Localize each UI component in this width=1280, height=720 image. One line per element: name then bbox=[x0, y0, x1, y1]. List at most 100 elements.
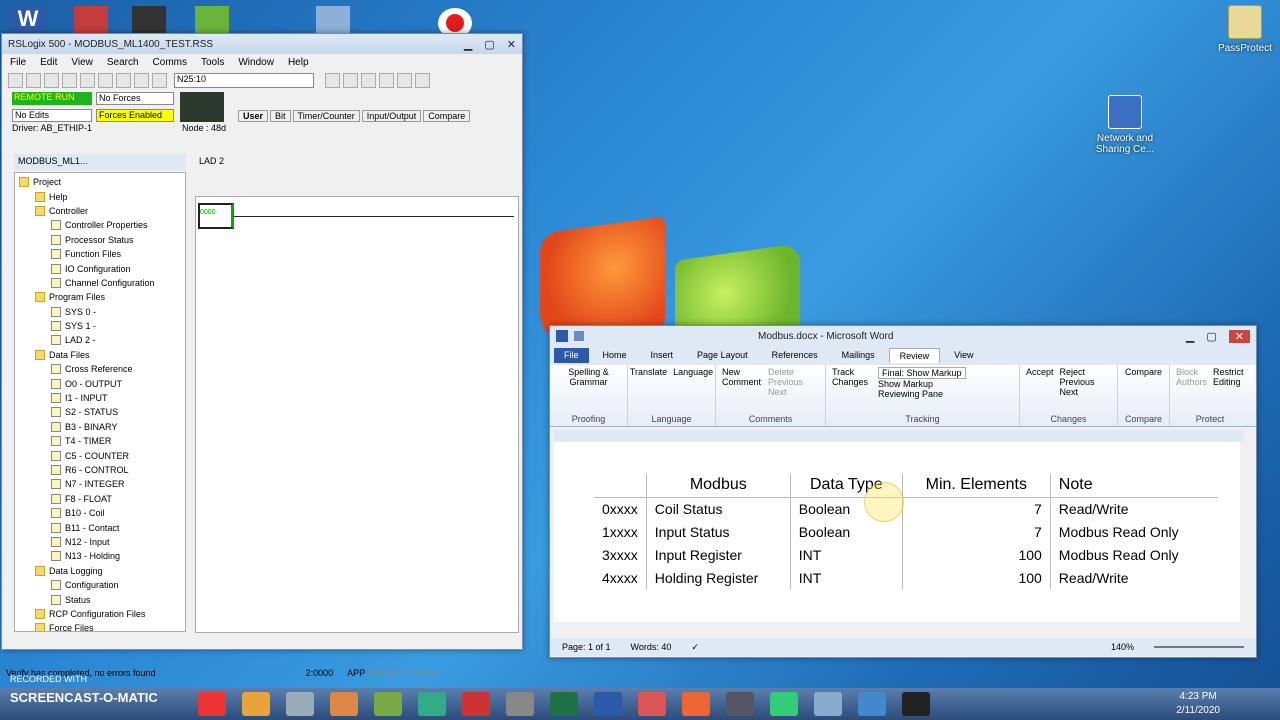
app-icon[interactable] bbox=[462, 692, 490, 716]
app-icon[interactable] bbox=[814, 692, 842, 716]
table-cell[interactable]: Input Status bbox=[646, 520, 791, 543]
new-comment-button[interactable]: New Comment bbox=[722, 367, 762, 397]
mode-status[interactable]: REMOTE RUN bbox=[12, 92, 92, 105]
app-icon[interactable] bbox=[286, 692, 314, 716]
table-cell[interactable]: 7 bbox=[902, 497, 1051, 520]
tab-references[interactable]: References bbox=[762, 348, 828, 363]
tab-mailings[interactable]: Mailings bbox=[832, 348, 885, 363]
tree-item[interactable]: Force Files bbox=[19, 621, 181, 631]
project-window-titlebar[interactable]: MODBUS_ML1... bbox=[14, 154, 186, 170]
block-authors-button[interactable]: Block Authors bbox=[1176, 367, 1207, 387]
verify-icon[interactable] bbox=[379, 73, 394, 88]
tab-review[interactable]: Review bbox=[888, 348, 941, 363]
forces-status[interactable]: No Forces bbox=[96, 92, 174, 105]
proofing-icon[interactable]: ✓ bbox=[691, 642, 699, 653]
system-clock[interactable]: 4:23 PM 2/11/2020 bbox=[1176, 690, 1220, 718]
app-icon[interactable] bbox=[682, 692, 710, 716]
menu-tools[interactable]: Tools bbox=[201, 57, 224, 68]
menu-comms[interactable]: Comms bbox=[153, 57, 187, 68]
translate-button[interactable]: Translate bbox=[630, 367, 667, 377]
tree-item[interactable]: O0 - OUTPUT bbox=[19, 376, 181, 390]
app-icon[interactable] bbox=[638, 692, 666, 716]
app-icon[interactable] bbox=[858, 692, 886, 716]
app-icon[interactable] bbox=[726, 692, 754, 716]
close-icon[interactable]: ✕ bbox=[1228, 329, 1250, 343]
app-icon[interactable] bbox=[132, 6, 166, 36]
open-icon[interactable] bbox=[26, 73, 41, 88]
next-comment-button[interactable]: Next bbox=[768, 387, 803, 397]
table-cell[interactable]: Boolean bbox=[790, 520, 903, 543]
tree-item[interactable]: SYS 1 - bbox=[19, 319, 181, 333]
word-count[interactable]: Words: 40 bbox=[631, 642, 672, 652]
quick-access-save-icon[interactable] bbox=[574, 331, 584, 341]
accept-button[interactable]: Accept bbox=[1026, 367, 1054, 397]
app-icon[interactable] bbox=[242, 692, 270, 716]
tab-bit[interactable]: Bit bbox=[270, 110, 291, 122]
tab-home[interactable]: Home bbox=[593, 348, 637, 363]
undo-icon[interactable] bbox=[134, 73, 149, 88]
print-icon[interactable] bbox=[62, 73, 77, 88]
paste-icon[interactable] bbox=[116, 73, 131, 88]
tree-item[interactable]: B10 - Coil bbox=[19, 506, 181, 520]
app-icon[interactable] bbox=[506, 692, 534, 716]
tree-item[interactable]: Function Files bbox=[19, 247, 181, 261]
tree-item[interactable]: Status bbox=[19, 592, 181, 606]
track-changes-button[interactable]: Track Changes bbox=[832, 367, 872, 399]
reviewing-pane-button[interactable]: Reviewing Pane bbox=[878, 389, 966, 399]
cut-icon[interactable] bbox=[80, 73, 95, 88]
maximize-icon[interactable]: ▢ bbox=[484, 38, 494, 51]
tree-item[interactable]: B11 - Contact bbox=[19, 520, 181, 534]
document-page[interactable]: Modbus Data Type Min. Elements Note 0xxx… bbox=[554, 442, 1240, 622]
zoom-level[interactable]: 140% bbox=[1111, 642, 1134, 652]
zoom-out-icon[interactable] bbox=[415, 73, 430, 88]
app-icon[interactable] bbox=[195, 6, 229, 36]
next-change-button[interactable]: Next bbox=[1060, 387, 1095, 397]
table-cell[interactable]: 0xxxx bbox=[594, 497, 647, 520]
rung-selector[interactable]: 0000 bbox=[198, 203, 234, 229]
language-button[interactable]: Language bbox=[673, 367, 713, 377]
menu-edit[interactable]: Edit bbox=[40, 57, 57, 68]
table-cell[interactable]: Modbus Read Only bbox=[1050, 543, 1218, 566]
app-icon[interactable] bbox=[902, 692, 930, 716]
menu-help[interactable]: Help bbox=[288, 57, 309, 68]
tab-timer-counter[interactable]: Timer/Counter bbox=[292, 110, 360, 122]
tab-view[interactable]: View bbox=[944, 348, 983, 363]
table-cell[interactable]: Read/Write bbox=[1050, 497, 1218, 520]
tree-item[interactable]: Program Files bbox=[19, 290, 181, 304]
restrict-editing-button[interactable]: Restrict Editing bbox=[1213, 367, 1244, 387]
table-cell[interactable]: Holding Register bbox=[646, 566, 791, 589]
desktop-icon-network[interactable]: Network and Sharing Ce... bbox=[1085, 95, 1165, 155]
app-icon[interactable] bbox=[770, 692, 798, 716]
tree-item[interactable]: Channel Configuration bbox=[19, 276, 181, 290]
search-icon[interactable] bbox=[325, 73, 340, 88]
tree-item[interactable]: N12 - Input bbox=[19, 535, 181, 549]
previous-change-button[interactable]: Previous bbox=[1060, 377, 1095, 387]
app-icon[interactable] bbox=[418, 692, 446, 716]
save-icon[interactable] bbox=[44, 73, 59, 88]
copy-icon[interactable] bbox=[98, 73, 113, 88]
tool-icon[interactable] bbox=[361, 73, 376, 88]
display-for-review-select[interactable]: Final: Show Markup bbox=[878, 367, 966, 379]
menu-search[interactable]: Search bbox=[107, 57, 139, 68]
tab-input-output[interactable]: Input/Output bbox=[361, 110, 422, 122]
tab-user[interactable]: User bbox=[238, 110, 269, 122]
tree-item[interactable]: Cross Reference bbox=[19, 362, 181, 376]
lad-window-titlebar[interactable]: LAD 2 bbox=[195, 154, 519, 170]
app-icon[interactable] bbox=[316, 6, 350, 36]
table-cell[interactable]: 100 bbox=[902, 543, 1051, 566]
tree-item[interactable]: B3 - BINARY bbox=[19, 420, 181, 434]
menu-window[interactable]: Window bbox=[238, 57, 274, 68]
forces-enabled-status[interactable]: Forces Enabled bbox=[96, 109, 174, 122]
tree-item[interactable]: Help bbox=[19, 189, 181, 203]
tree-item[interactable]: F8 - FLOAT bbox=[19, 492, 181, 506]
new-icon[interactable] bbox=[8, 73, 23, 88]
tree-item[interactable]: N13 - Holding bbox=[19, 549, 181, 563]
minimize-icon[interactable]: ▁ bbox=[1186, 330, 1194, 343]
table-cell[interactable]: Coil Status bbox=[646, 497, 791, 520]
word-icon[interactable] bbox=[594, 692, 622, 716]
edits-status[interactable]: No Edits bbox=[12, 109, 92, 122]
compare-button[interactable]: Compare bbox=[1124, 367, 1163, 377]
tree-item[interactable]: RCP Configuration Files bbox=[19, 607, 181, 621]
delete-comment-button[interactable]: Delete bbox=[768, 367, 803, 377]
tree-item[interactable]: Project bbox=[19, 175, 181, 189]
